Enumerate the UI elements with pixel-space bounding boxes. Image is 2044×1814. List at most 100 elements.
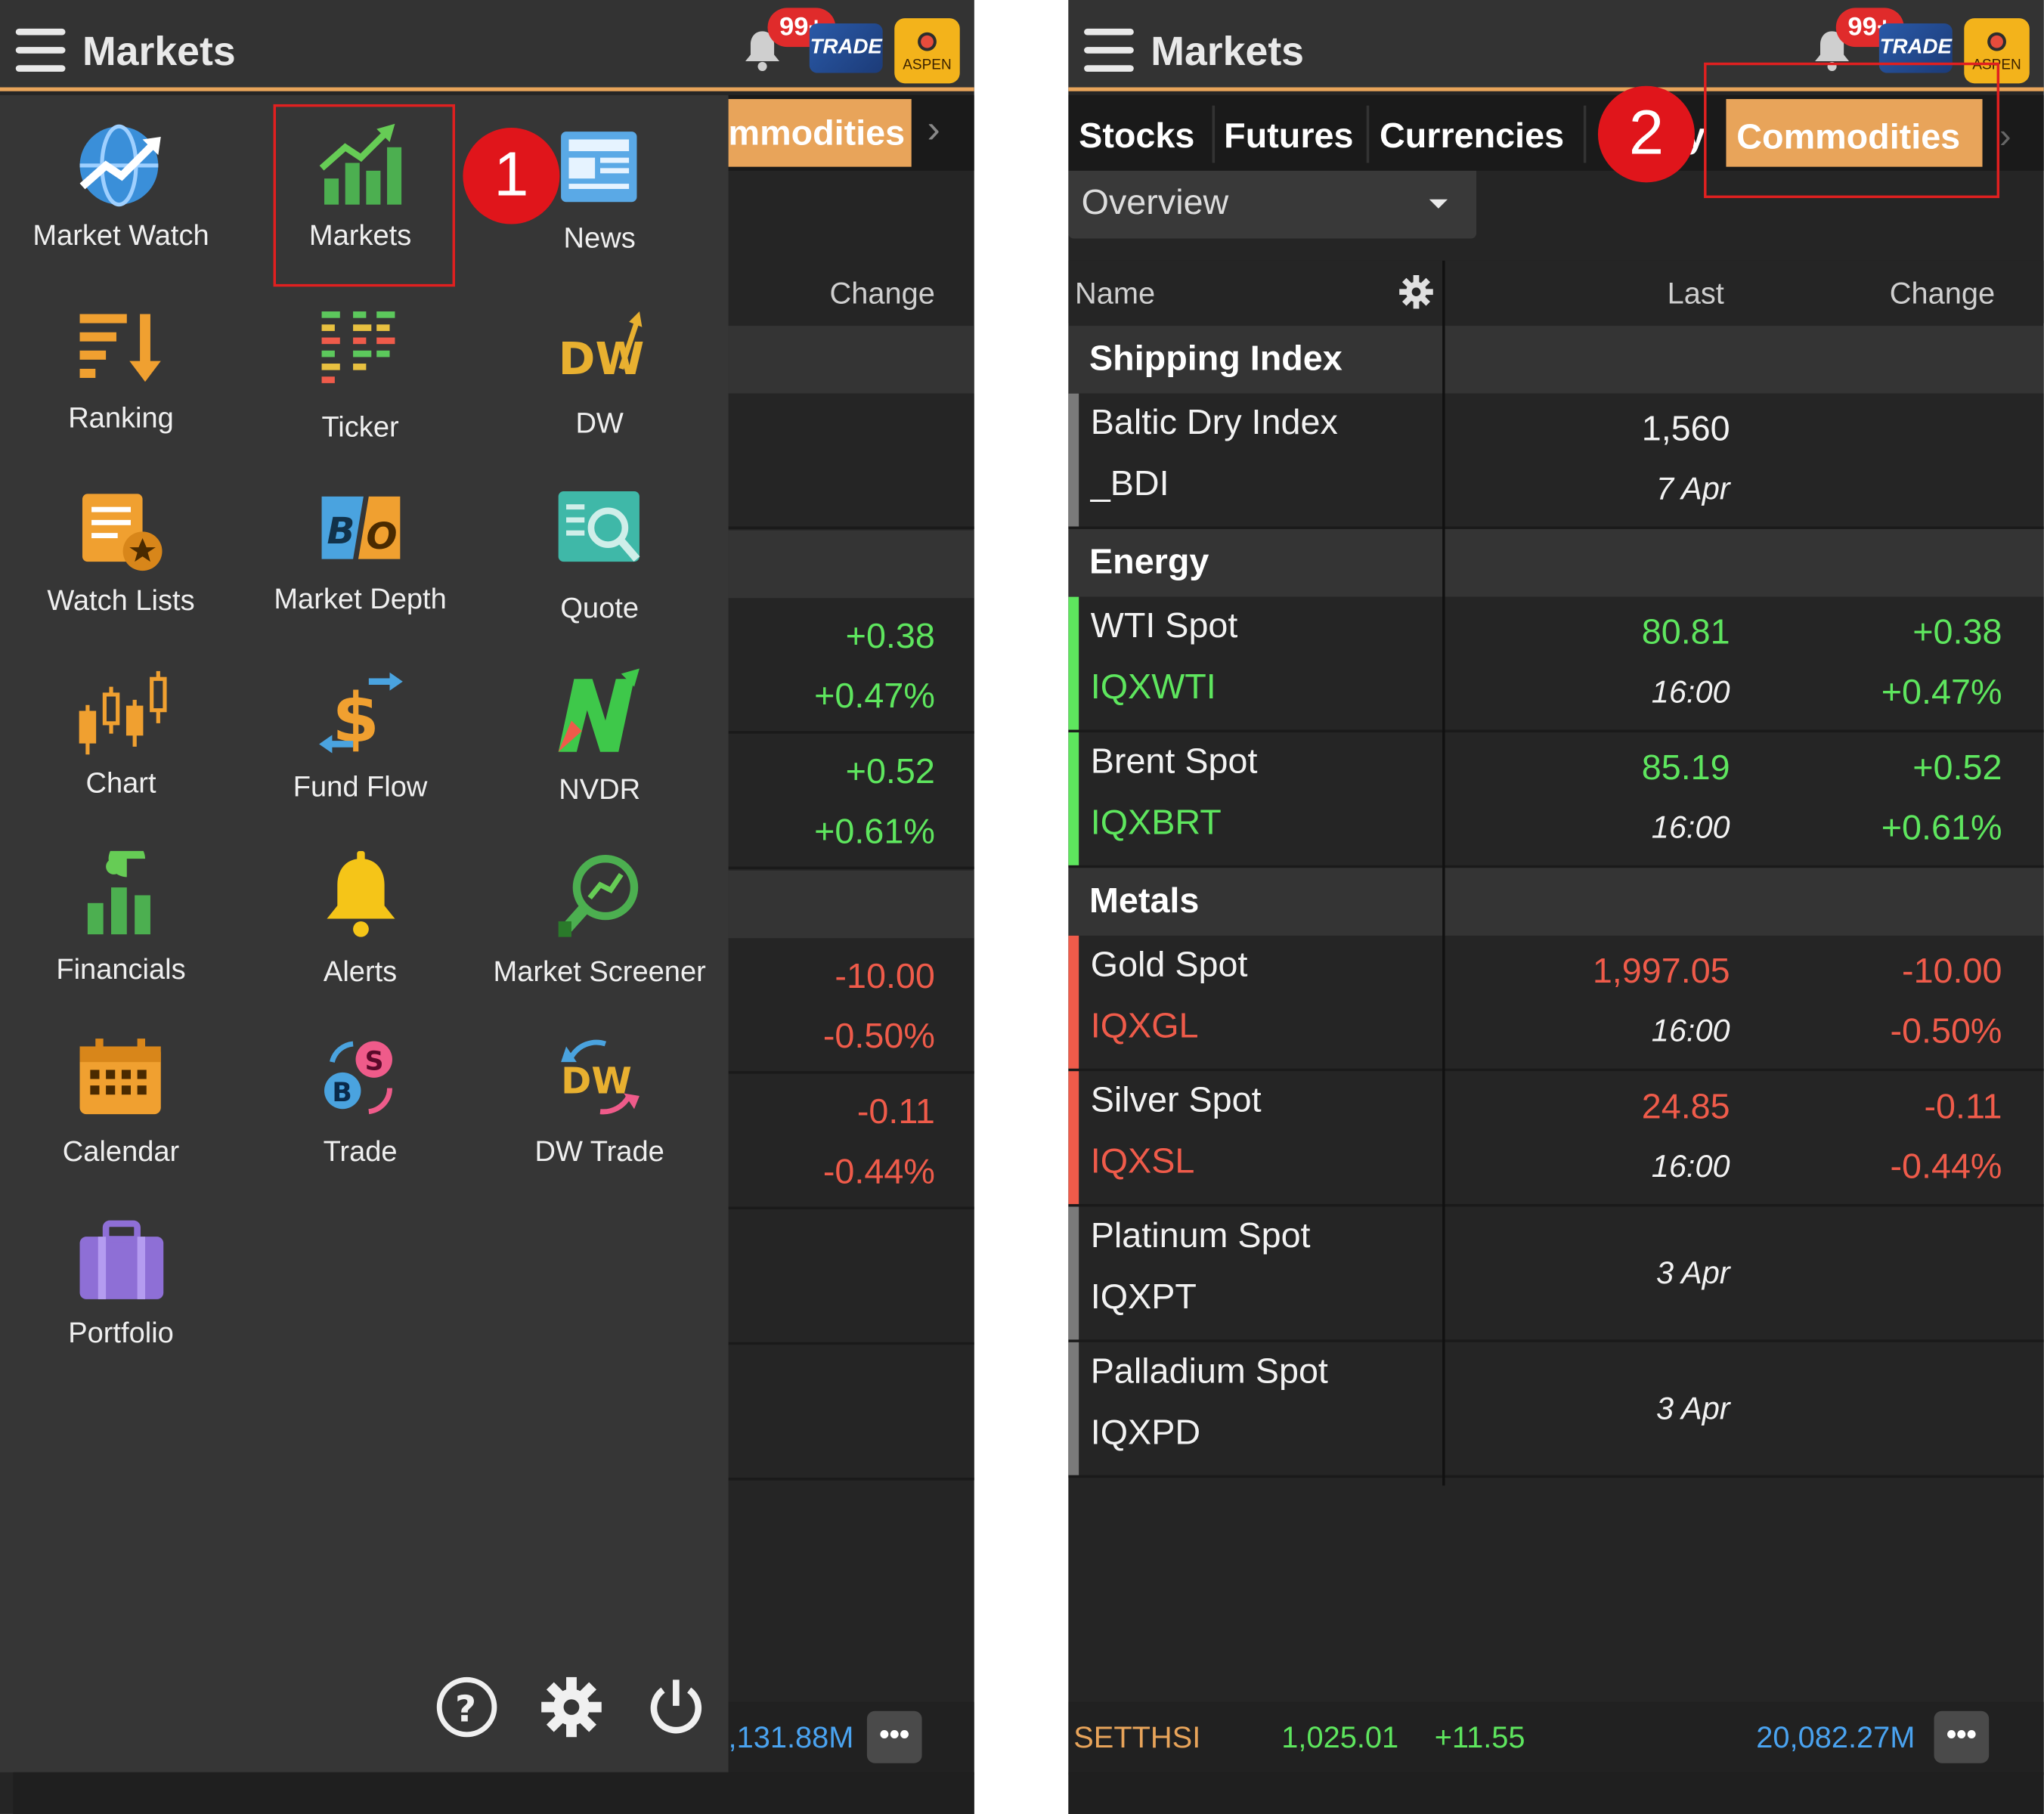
more-button[interactable]: ••• bbox=[1934, 1710, 1990, 1763]
section-row: Shipping Index bbox=[1068, 326, 2044, 394]
background-change-header: Change bbox=[829, 276, 935, 311]
menu-item-nvdr[interactable]: NVDR bbox=[478, 642, 720, 825]
last-price: 1,997.05 bbox=[1592, 951, 1730, 991]
tab-separator bbox=[1583, 105, 1587, 163]
menu-item-fund-flow[interactable]: $ Fund Flow bbox=[240, 642, 482, 825]
table-row[interactable]: Platinum Spot IQXPT 3 Apr bbox=[1068, 1206, 2044, 1342]
instrument-code: _BDI bbox=[1090, 463, 1169, 503]
dw-trade-icon: DW bbox=[561, 1039, 640, 1115]
menu-item-label: Fund Flow bbox=[293, 769, 428, 803]
change-value: -10.00 bbox=[1902, 951, 2002, 991]
background-row: +0.38 +0.47% bbox=[728, 598, 974, 734]
menu-item-label: Market Screener bbox=[493, 955, 706, 988]
menu-item-label: Watch Lists bbox=[47, 584, 195, 617]
instrument-name: Baltic Dry Index bbox=[1090, 402, 1338, 442]
power-icon[interactable] bbox=[643, 1674, 708, 1739]
menu-item-ranking[interactable]: Ranking bbox=[0, 277, 242, 460]
menu-item-label: Trade bbox=[323, 1135, 398, 1168]
instrument-code: IQXBRT bbox=[1090, 803, 1222, 842]
aspen-icon[interactable]: ASPEN bbox=[894, 18, 960, 84]
bell-icon bbox=[327, 850, 395, 937]
status-bar: ,131.88M bbox=[728, 1701, 974, 1775]
candlestick-icon bbox=[79, 670, 167, 755]
menu-item-label: News bbox=[563, 221, 636, 255]
change-percent: +0.47% bbox=[1881, 672, 2002, 712]
change-percent: -0.50% bbox=[1890, 1011, 2002, 1051]
background-pct: +0.61% bbox=[814, 812, 935, 851]
last-price: 80.81 bbox=[1641, 612, 1730, 652]
tab-futures[interactable]: Futures bbox=[1224, 95, 1353, 171]
last-time: 16:00 bbox=[1651, 810, 1730, 846]
menu-item-label: Calendar bbox=[62, 1135, 180, 1168]
background-pct: +0.47% bbox=[814, 676, 935, 716]
menu-item-label: Market Depth bbox=[274, 582, 447, 615]
menu-item-trade[interactable]: SB Trade bbox=[240, 1008, 482, 1190]
menu-item-market-depth[interactable]: BO Market Depth bbox=[240, 460, 482, 642]
menu-item-alerts[interactable]: Alerts bbox=[240, 825, 482, 1007]
chevron-right-icon: › bbox=[927, 108, 940, 151]
background-pct: -0.44% bbox=[822, 1152, 935, 1191]
tab-stocks[interactable]: Stocks bbox=[1079, 95, 1194, 171]
instrument-name: WTI Spot bbox=[1090, 605, 1238, 645]
menu-item-calendar[interactable]: Calendar bbox=[0, 1008, 242, 1190]
watchlist-star-icon bbox=[82, 494, 163, 571]
menu-item-market-screener[interactable]: Market Screener bbox=[478, 825, 720, 1007]
column-last: Last bbox=[1667, 276, 1724, 311]
menu-item-ticker[interactable]: Ticker bbox=[240, 277, 482, 460]
table-row[interactable]: Palladium Spot IQXPD 3 Apr bbox=[1068, 1342, 2044, 1478]
quote-magnifier-icon bbox=[558, 491, 640, 562]
section-row: Energy bbox=[1068, 528, 2044, 597]
more-button[interactable]: ••• bbox=[866, 1710, 922, 1763]
help-icon[interactable]: ? bbox=[434, 1674, 499, 1739]
table-row[interactable]: Brent Spot IQXBRT 85.19 16:00 +0.52 +0.61% bbox=[1068, 732, 2044, 868]
table-row[interactable]: WTI Spot IQXWTI 80.81 16:00 +0.38 +0.47% bbox=[1068, 596, 2044, 732]
status-index-change: +11.55 bbox=[1434, 1720, 1525, 1754]
menu-item-portfolio[interactable]: Portfolio bbox=[0, 1190, 242, 1372]
column-header: Name Last Change bbox=[1068, 260, 2044, 323]
instrument-name: Palladium Spot bbox=[1090, 1351, 1328, 1391]
page-title: Markets bbox=[1151, 28, 1305, 75]
portfolio-icon bbox=[79, 1220, 164, 1299]
table-row[interactable]: Silver Spot IQXSL 24.85 16:00 -0.11 -0.44% bbox=[1068, 1071, 2044, 1207]
menu-item-quote[interactable]: Quote bbox=[478, 460, 720, 642]
overview-value: Overview bbox=[1081, 182, 1229, 222]
menu-item-dw-trade[interactable]: DW DW Trade bbox=[478, 1008, 720, 1190]
chevron-right-icon[interactable]: › bbox=[1999, 95, 2011, 171]
menu-item-label: Ticker bbox=[321, 410, 399, 444]
hamburger-menu-icon[interactable] bbox=[1084, 28, 1134, 73]
hamburger-menu-icon[interactable] bbox=[15, 28, 66, 73]
menu-item-label: Alerts bbox=[323, 955, 398, 988]
menu-item-label: NVDR bbox=[559, 772, 641, 806]
svg-text:S: S bbox=[365, 1047, 384, 1077]
background-change: -0.11 bbox=[856, 1091, 935, 1131]
background-column-header: Change bbox=[729, 261, 974, 323]
instrument-code: IQXPT bbox=[1090, 1277, 1197, 1317]
change-indicator bbox=[1068, 935, 1079, 1069]
svg-text:DW: DW bbox=[561, 1060, 632, 1103]
background-pct: -0.50% bbox=[822, 1016, 935, 1056]
tab-currencies[interactable]: Currencies bbox=[1380, 95, 1564, 171]
bid-offer-icon: BO bbox=[321, 496, 401, 559]
section-title: Shipping Index bbox=[1089, 339, 1343, 378]
menu-item-financials[interactable]: Financials bbox=[0, 825, 242, 1007]
background-row bbox=[728, 1209, 974, 1345]
column-change: Change bbox=[1889, 276, 1996, 311]
menu-item-chart[interactable]: Chart bbox=[0, 642, 242, 825]
menu-item-watch-lists[interactable]: Watch Lists bbox=[0, 460, 242, 642]
status-index-name[interactable]: SETTHSI bbox=[1073, 1720, 1200, 1756]
svg-text:O: O bbox=[366, 515, 397, 558]
instrument-name: Platinum Spot bbox=[1090, 1215, 1311, 1255]
menu-item-dw[interactable]: DW DW bbox=[478, 277, 720, 460]
overview-dropdown[interactable]: Overview bbox=[1068, 170, 1477, 239]
last-time: 16:00 bbox=[1651, 1014, 1730, 1049]
svg-text:B: B bbox=[332, 1078, 352, 1108]
menu-item-market-watch[interactable]: Market Watch bbox=[0, 95, 242, 277]
column-settings-icon[interactable] bbox=[1398, 274, 1434, 310]
table-row[interactable]: Gold Spot IQXGL 1,997.05 16:00 -10.00 -0.50% bbox=[1068, 935, 2044, 1072]
table-row[interactable]: Baltic Dry Index _BDI 1,560 7 Apr bbox=[1068, 393, 2044, 529]
instrument-code: IQXGL bbox=[1090, 1006, 1199, 1045]
trade-icon[interactable]: TRADE bbox=[809, 23, 883, 73]
instrument-code: IQXWTI bbox=[1090, 667, 1216, 707]
last-time: 3 Apr bbox=[1655, 1391, 1730, 1427]
settings-icon[interactable] bbox=[539, 1674, 604, 1739]
